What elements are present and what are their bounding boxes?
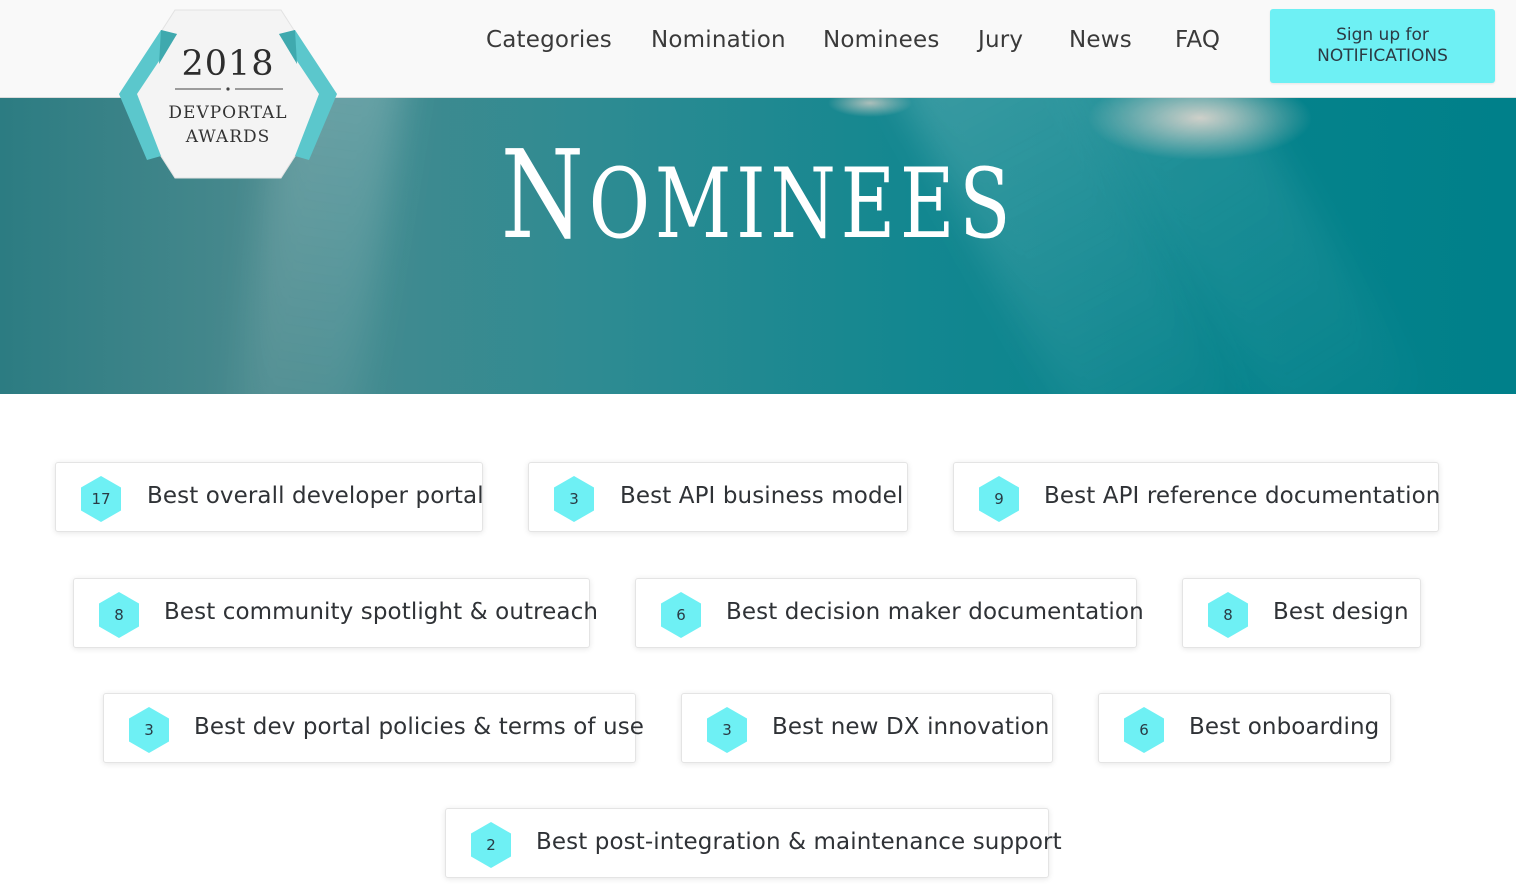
category-label: Best overall developer portal <box>147 483 484 509</box>
category-pill-decision-maker-documentation[interactable]: 6 Best decision maker documentation <box>635 578 1144 648</box>
nominee-count-badge: 8 <box>1205 592 1251 638</box>
nominee-count-badge: 3 <box>126 707 172 753</box>
nav-news[interactable]: News <box>1069 27 1132 53</box>
nominee-count: 17 <box>91 490 111 508</box>
nominee-count-badge: 8 <box>96 592 142 638</box>
category-label: Best onboarding <box>1189 714 1380 740</box>
category-label: Best dev portal policies & terms of use <box>194 714 645 740</box>
nav-categories[interactable]: Categories <box>486 27 612 53</box>
category-pill-policies-terms[interactable]: 3 Best dev portal policies & terms of us… <box>103 693 644 763</box>
category-pill-api-business-model[interactable]: 3 Best API business model <box>528 462 908 532</box>
nominee-count-badge: 3 <box>704 707 750 753</box>
nominee-count: 8 <box>114 606 124 624</box>
nominee-count: 3 <box>722 721 732 739</box>
nominee-count: 6 <box>1139 721 1149 739</box>
nav-faq[interactable]: FAQ <box>1175 27 1220 53</box>
logo-title-line2: AWARDS <box>185 127 271 147</box>
nominee-count: 6 <box>676 606 686 624</box>
signup-notifications-button[interactable]: Sign up for NOTIFICATIONS <box>1270 9 1495 83</box>
logo-badge-icon <box>119 9 337 179</box>
category-pill-onboarding[interactable]: 6 Best onboarding <box>1098 693 1391 763</box>
category-pill-new-dx-innovation[interactable]: 3 Best new DX innovation <box>681 693 1053 763</box>
nominee-count: 3 <box>569 490 579 508</box>
category-pill-overall-developer-portal[interactable]: 17 Best overall developer portal <box>55 462 484 532</box>
page-title: NOMINEES <box>167 120 1349 270</box>
devportal-awards-logo[interactable]: 2018 DEVPORTAL AWARDS <box>117 8 339 180</box>
category-label: Best community spotlight & outreach <box>164 599 599 625</box>
category-pill-community-spotlight[interactable]: 8 Best community spotlight & outreach <box>73 578 598 648</box>
logo-year: 2018 <box>181 44 275 84</box>
category-pill-design[interactable]: 8 Best design <box>1182 578 1421 648</box>
nav-nominees[interactable]: Nominees <box>823 27 940 53</box>
category-label: Best API reference documentation <box>1044 483 1441 509</box>
signup-line1: Sign up for <box>1336 25 1429 45</box>
nominee-count-badge: 9 <box>976 476 1022 522</box>
category-label: Best post-integration & maintenance supp… <box>536 829 1062 855</box>
nominee-count: 3 <box>144 721 154 739</box>
nominee-count-badge: 2 <box>468 822 514 868</box>
category-pill-post-integration-support[interactable]: 2 Best post-integration & maintenance su… <box>445 808 1062 878</box>
nominee-count: 9 <box>994 490 1004 508</box>
category-label: Best new DX innovation <box>772 714 1050 740</box>
category-label: Best API business model <box>620 483 904 509</box>
nominee-count-badge: 6 <box>658 592 704 638</box>
nominee-count-badge: 6 <box>1121 707 1167 753</box>
nominee-count: 2 <box>486 836 496 854</box>
logo-title-line1: DEVPORTAL <box>168 103 288 123</box>
nav-jury[interactable]: Jury <box>978 27 1023 53</box>
category-label: Best decision maker documentation <box>726 599 1144 625</box>
nominee-count-badge: 17 <box>78 476 124 522</box>
category-pill-api-reference-documentation[interactable]: 9 Best API reference documentation <box>953 462 1441 532</box>
nominee-count: 8 <box>1223 606 1233 624</box>
nav-nomination[interactable]: Nomination <box>651 27 786 53</box>
signup-line2: NOTIFICATIONS <box>1317 46 1448 66</box>
nominee-count-badge: 3 <box>551 476 597 522</box>
page-title-text: NOMINEES <box>500 124 1016 266</box>
category-label: Best design <box>1273 599 1409 625</box>
